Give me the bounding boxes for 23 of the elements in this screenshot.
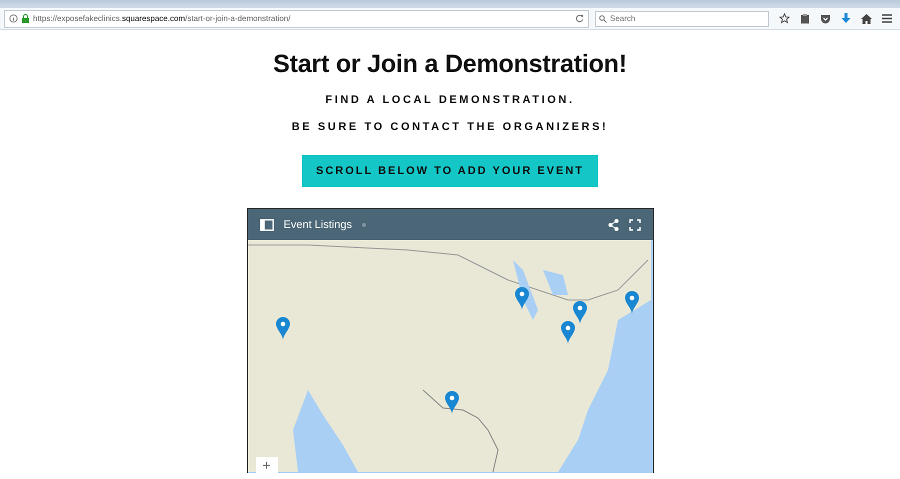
- zoom-in-button[interactable]: +: [256, 457, 278, 473]
- search-field[interactable]: Search: [595, 10, 769, 26]
- subtitle: BE SURE TO CONTACT THE ORGANIZERS!: [292, 120, 608, 134]
- reload-icon[interactable]: [575, 14, 584, 23]
- dot-icon: [362, 222, 366, 226]
- add-event-button[interactable]: SCROLL BELOW TO ADD YOUR EVENT: [302, 155, 598, 187]
- map-title: Event Listings: [284, 218, 352, 230]
- download-icon[interactable]: [841, 13, 851, 24]
- pocket-icon[interactable]: [820, 14, 831, 24]
- clipboard-icon[interactable]: [800, 13, 810, 24]
- share-icon[interactable]: [608, 218, 618, 230]
- fullscreen-icon[interactable]: [628, 218, 640, 230]
- info-icon[interactable]: [9, 14, 18, 23]
- star-icon[interactable]: [779, 13, 790, 24]
- page-title: Start or Join a Demonstration!: [273, 50, 627, 79]
- padlock-icon: [22, 14, 29, 23]
- sidebar-toggle-icon[interactable]: [260, 218, 274, 230]
- home-icon[interactable]: [861, 14, 872, 24]
- subtitle: FIND A LOCAL DEMONSTRATION.: [325, 93, 575, 107]
- url-text: https://exposefakeclinics.squarespace.com/start-or-join-a-demonstration/: [33, 14, 292, 23]
- map-view[interactable]: +: [248, 240, 652, 473]
- address-bar[interactable]: https://exposefakeclinics.squarespace.com/start-or-join-a-demonstration/: [4, 10, 589, 28]
- menu-icon[interactable]: [882, 14, 892, 23]
